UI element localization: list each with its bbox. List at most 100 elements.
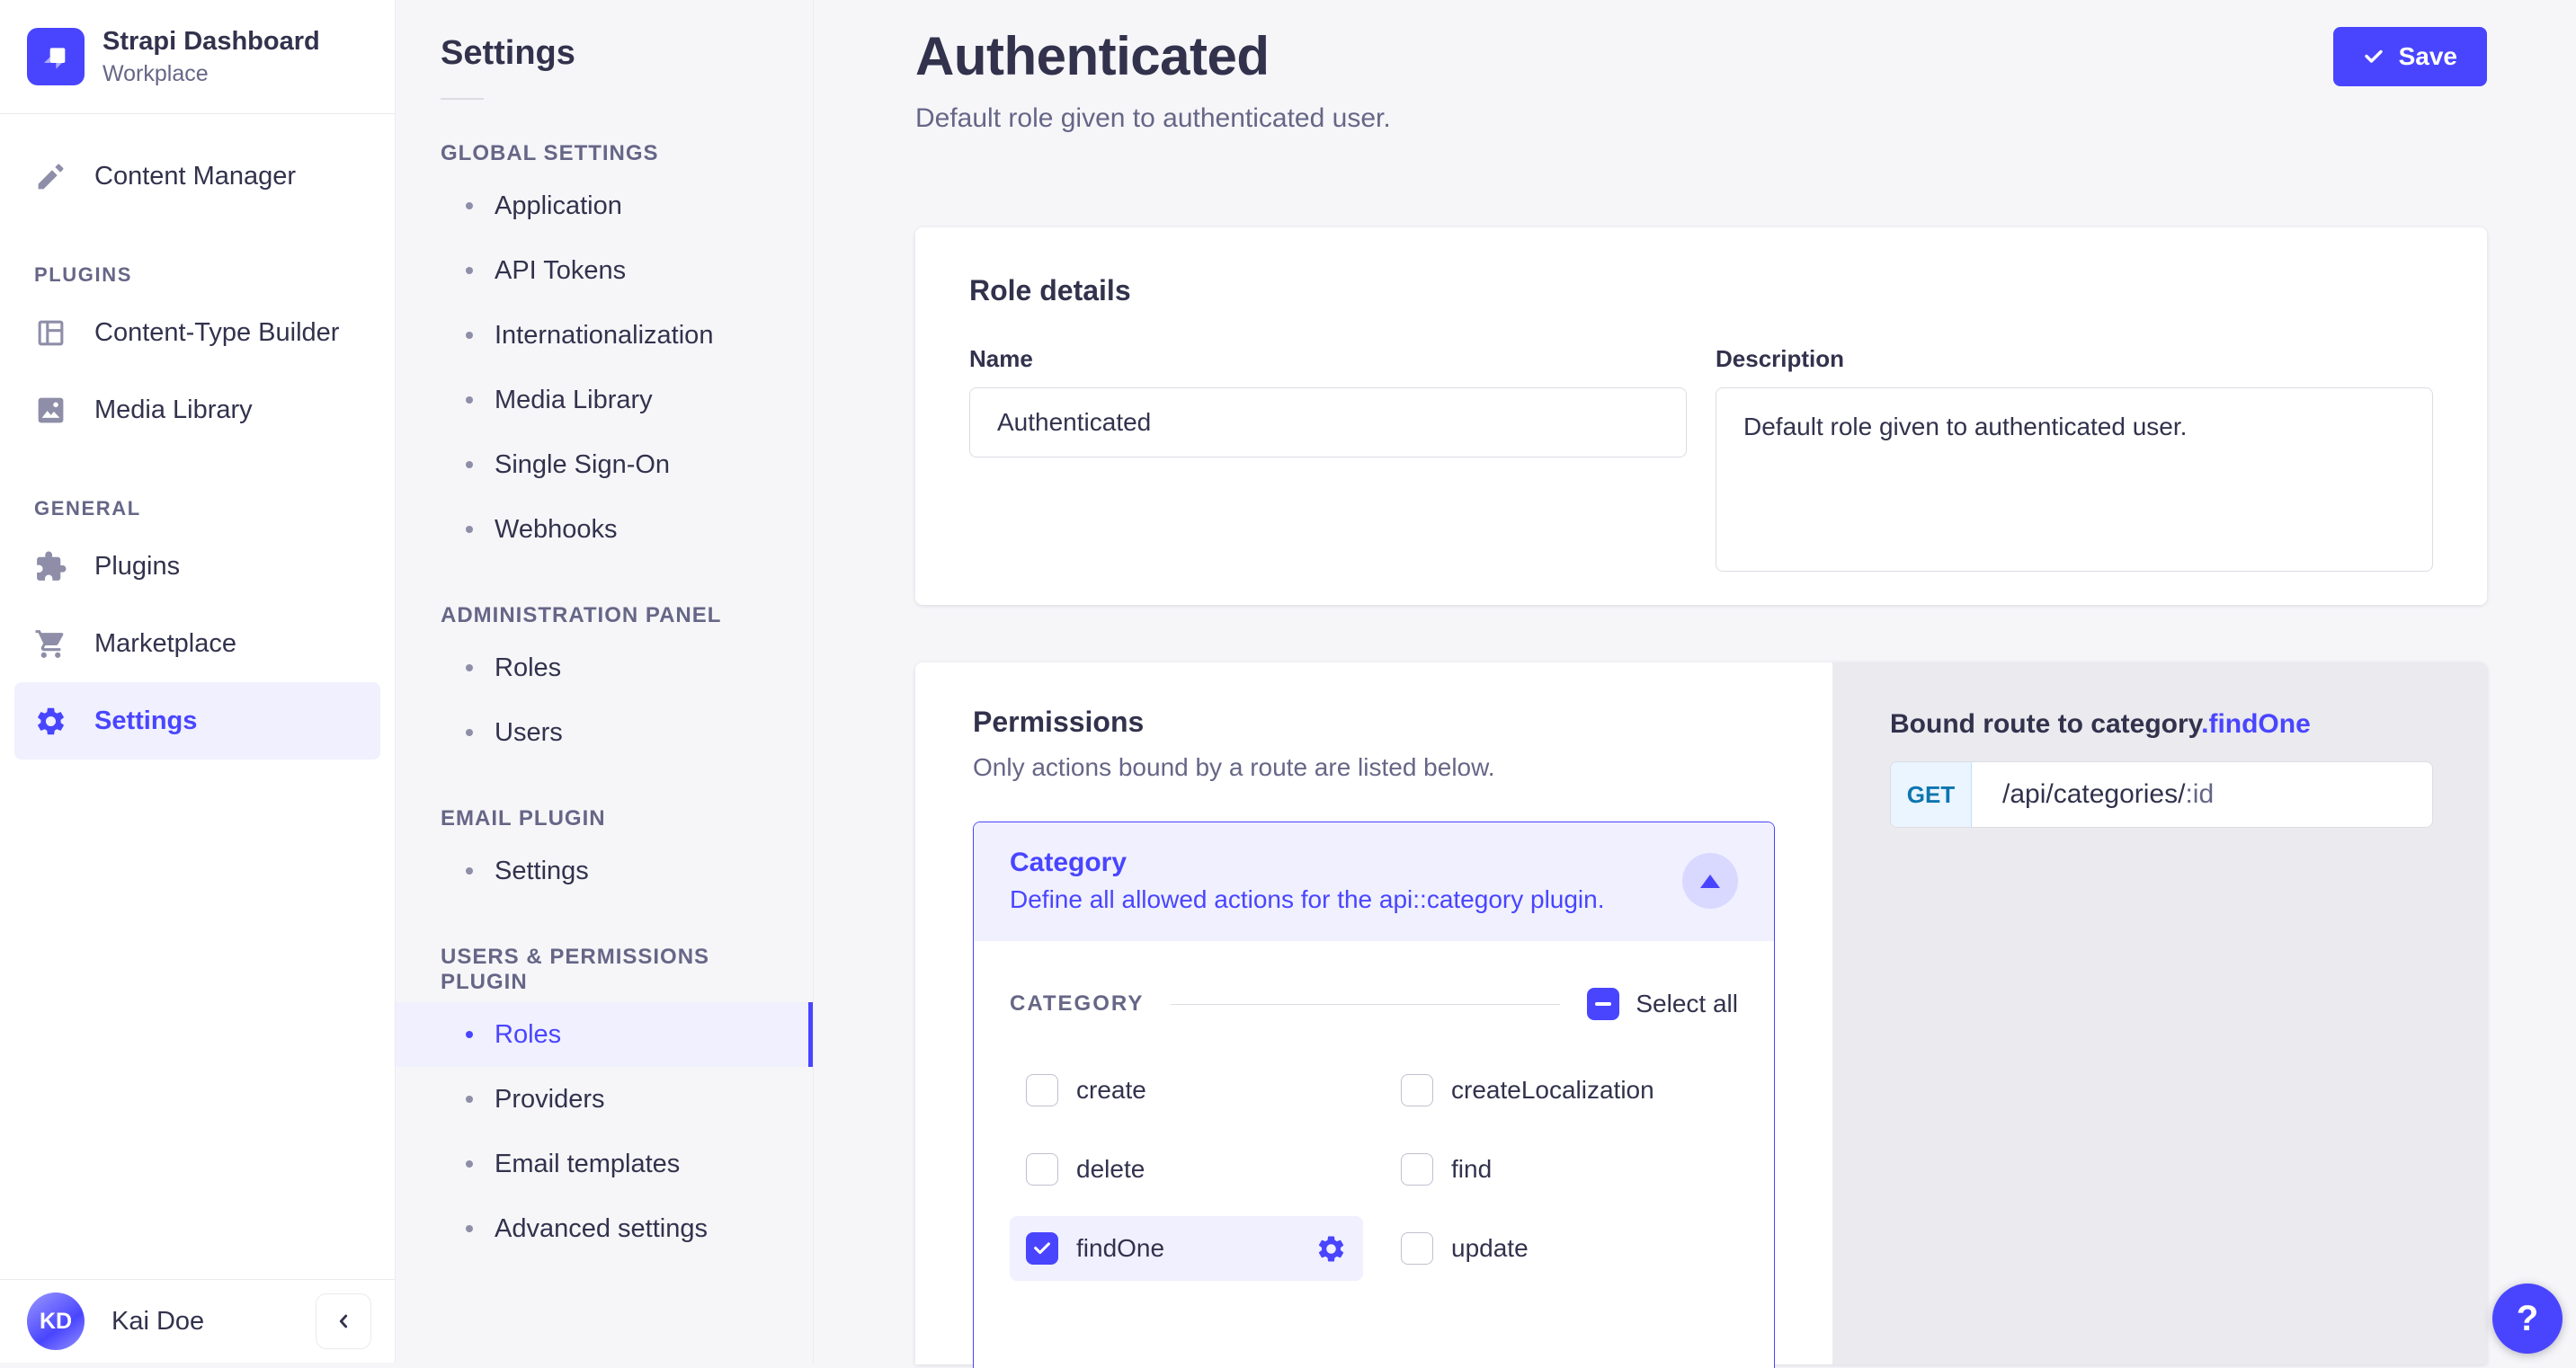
avatar: KD <box>27 1292 85 1350</box>
collapse-accordion-button[interactable] <box>1682 853 1738 909</box>
subnav-item-up-roles[interactable]: Roles <box>396 1002 813 1067</box>
bullet-dot <box>466 1031 473 1038</box>
subnav-item-label: Application <box>495 191 622 221</box>
checkbox-find[interactable] <box>1401 1153 1433 1186</box>
subnav-item-webhooks[interactable]: Webhooks <box>396 497 813 562</box>
subnav-item-email-settings[interactable]: Settings <box>396 839 813 903</box>
bullet-dot <box>466 396 473 404</box>
subnav-item-label: Users <box>495 718 563 748</box>
sidebar-item-media-library[interactable]: Media Library <box>14 371 380 449</box>
subnav-item-single-sign-on[interactable]: Single Sign-On <box>396 432 813 497</box>
pencil-icon <box>34 160 67 193</box>
picture-icon <box>34 394 67 427</box>
layout-grid-icon <box>34 316 67 350</box>
checkbox-findOne[interactable] <box>1026 1232 1058 1265</box>
sidebar-item-label: Media Library <box>94 395 253 425</box>
save-button-label: Save <box>2399 42 2457 71</box>
main-sidebar: Strapi Dashboard Workplace Content Manag… <box>0 0 396 1363</box>
permission-label: find <box>1451 1155 1492 1184</box>
permission-label: create <box>1076 1076 1146 1105</box>
subnav-item-label: Media Library <box>495 386 653 415</box>
chevron-left-icon <box>332 1310 355 1333</box>
select-all-label[interactable]: Select all <box>1636 990 1738 1018</box>
permission-row-create[interactable]: create <box>1010 1058 1363 1123</box>
subnav-item-label: Email templates <box>495 1150 680 1179</box>
checkbox-update[interactable] <box>1401 1232 1433 1265</box>
check-icon <box>1032 1239 1052 1258</box>
subnav-item-providers[interactable]: Providers <box>396 1067 813 1132</box>
actions-grid: create createLocalization delete fi <box>1010 1058 1738 1281</box>
settings-gear-icon[interactable] <box>1315 1233 1347 1265</box>
description-textarea[interactable]: Default role given to authenticated user… <box>1716 387 2433 572</box>
indeterminate-dash-icon <box>1595 1002 1611 1006</box>
subnav-item-label: Settings <box>495 857 589 886</box>
route-display-field[interactable]: GET /api/categories/:id <box>1890 761 2433 828</box>
permission-row-delete[interactable]: delete <box>1010 1137 1363 1202</box>
select-all-checkbox[interactable] <box>1587 988 1619 1020</box>
bullet-dot <box>466 1160 473 1168</box>
brand[interactable]: Strapi Dashboard Workplace <box>0 0 395 114</box>
category-accordion: Category Define all allowed actions for … <box>973 822 1775 1368</box>
nav-section-general: GENERAL <box>14 497 380 520</box>
page-title: Authenticated <box>915 25 1391 87</box>
route-path-main: /api/categories/ <box>2002 779 2185 810</box>
sidebar-item-label: Content-Type Builder <box>94 318 339 348</box>
bound-route-heading-prefix: Bound route to category <box>1890 709 2201 739</box>
subnav-title: Settings <box>396 34 813 73</box>
description-label: Description <box>1716 345 2433 373</box>
subnav-item-application[interactable]: Application <box>396 173 813 238</box>
sidebar-item-content-type-builder[interactable]: Content-Type Builder <box>14 294 380 371</box>
sidebar-item-marketplace[interactable]: Marketplace <box>14 605 380 682</box>
sidebar-item-content-manager[interactable]: Content Manager <box>14 138 380 215</box>
permission-row-find[interactable]: find <box>1385 1137 1738 1202</box>
user-name: Kai Doe <box>111 1307 204 1337</box>
checkbox-create[interactable] <box>1026 1074 1058 1106</box>
nav-section-plugins: PLUGINS <box>14 263 380 287</box>
sidebar-item-label: Plugins <box>94 552 180 582</box>
question-mark-icon: ? <box>2517 1299 2538 1339</box>
bound-route-panel: Bound route to category.findOne GET /api… <box>1832 662 2487 1364</box>
sidebar-item-settings[interactable]: Settings <box>14 682 380 760</box>
save-button[interactable]: Save <box>2333 27 2487 86</box>
subnav-item-api-tokens[interactable]: API Tokens <box>396 238 813 303</box>
category-group-label: CATEGORY <box>1010 991 1144 1017</box>
permission-row-createLocalization[interactable]: createLocalization <box>1385 1058 1738 1123</box>
subnav-item-admin-roles[interactable]: Roles <box>396 635 813 700</box>
checkbox-createLocalization[interactable] <box>1401 1074 1433 1106</box>
subnav-item-label: API Tokens <box>495 256 626 286</box>
route-path: /api/categories/:id <box>1972 762 2214 827</box>
category-description: Define all allowed actions for the api::… <box>1010 885 1605 914</box>
workspace-label: Workplace <box>103 61 320 87</box>
subnav-item-email-templates[interactable]: Email templates <box>396 1132 813 1196</box>
name-label: Name <box>969 345 1687 373</box>
page-subtitle: Default role given to authenticated user… <box>915 103 1391 134</box>
checkbox-delete[interactable] <box>1026 1153 1058 1186</box>
divider <box>1171 1004 1560 1005</box>
route-path-param: :id <box>2185 779 2214 810</box>
subnav-item-label: Roles <box>495 1020 561 1050</box>
help-button[interactable]: ? <box>2492 1284 2563 1354</box>
subnav-item-label: Webhooks <box>495 515 618 545</box>
subnav-item-media-library[interactable]: Media Library <box>396 368 813 432</box>
page-header: Authenticated Default role given to auth… <box>915 25 2487 134</box>
description-field-group: Description Default role given to authen… <box>1716 345 2433 572</box>
subnav-item-advanced-settings[interactable]: Advanced settings <box>396 1196 813 1261</box>
sidebar-item-plugins[interactable]: Plugins <box>14 528 380 605</box>
permissions-panel: Permissions Only actions bound by a rout… <box>915 662 1832 1364</box>
permission-row-findOne[interactable]: findOne <box>1010 1216 1363 1281</box>
permission-row-update[interactable]: update <box>1385 1216 1738 1281</box>
name-input[interactable] <box>969 387 1687 457</box>
permission-label: update <box>1451 1234 1529 1263</box>
bullet-dot <box>466 461 473 468</box>
sidebar-item-label: Settings <box>94 706 197 736</box>
subnav-item-internationalization[interactable]: Internationalization <box>396 303 813 368</box>
gear-icon <box>34 705 67 738</box>
category-accordion-header[interactable]: Category Define all allowed actions for … <box>974 822 1774 941</box>
bullet-dot <box>466 867 473 875</box>
subnav-group-title: USERS & PERMISSIONS PLUGIN <box>396 945 813 995</box>
collapse-sidebar-button[interactable] <box>316 1293 371 1349</box>
permission-label: createLocalization <box>1451 1076 1654 1105</box>
subnav-item-admin-users[interactable]: Users <box>396 700 813 765</box>
sidebar-item-label: Marketplace <box>94 629 236 659</box>
role-details-card: Role details Name Description Default ro… <box>915 227 2487 605</box>
